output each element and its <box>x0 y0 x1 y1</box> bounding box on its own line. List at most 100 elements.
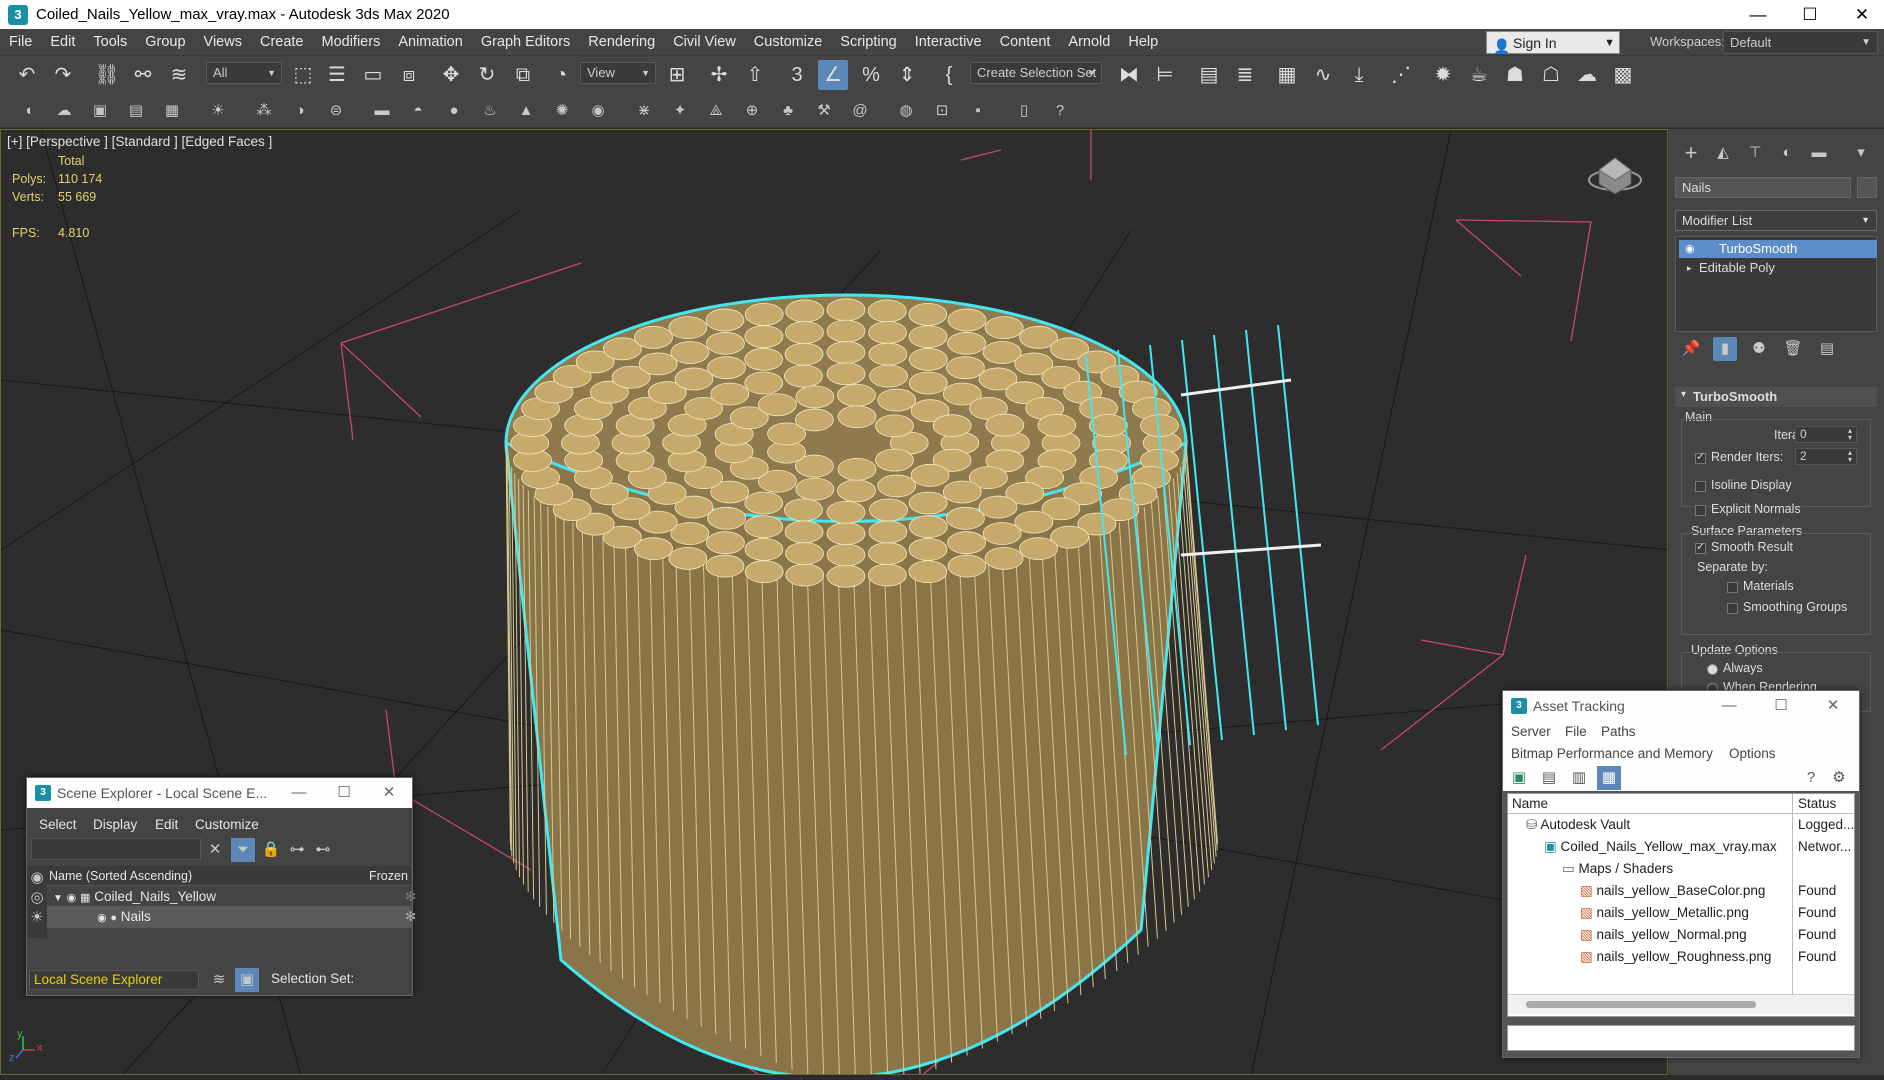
display-lights-icon[interactable]: ☀ <box>25 906 49 930</box>
menu-arnold[interactable]: Arnold <box>1059 29 1119 55</box>
move-icon[interactable]: ✥ <box>436 60 466 90</box>
spiral-icon[interactable]: @ <box>848 99 872 123</box>
configure-sets-icon[interactable]: ▤ <box>1815 337 1839 361</box>
menu-tools[interactable]: Tools <box>84 29 136 55</box>
ribbon-icon[interactable]: ▦ <box>1272 60 1302 90</box>
asset-row-maxfile[interactable]: ▣ Coiled_Nails_Yellow_max_vray.max <box>1544 836 1777 858</box>
asset-row-metallic[interactable]: ▧ nails_yellow_Metallic.png <box>1580 902 1749 924</box>
se-menu-select[interactable]: Select <box>39 814 77 836</box>
frozen-icon[interactable]: ✻ <box>405 886 416 908</box>
explorer-type-dropdown[interactable]: Local Scene Explorer <box>29 970 199 990</box>
column-frozen[interactable]: Frozen <box>369 865 408 887</box>
iterations-spinner[interactable]: 0 <box>1795 426 1857 443</box>
selection-set-icon[interactable]: ▣ <box>235 968 259 992</box>
rotate-icon[interactable]: ↻ <box>472 60 502 90</box>
se-menu-customize[interactable]: Customize <box>195 814 259 836</box>
scene-tree-row-nails[interactable]: ◉ ● Nails ✻ <box>47 906 416 928</box>
object-color-swatch[interactable] <box>1857 177 1877 198</box>
hierarchy-icon[interactable]: ⊶ <box>285 838 309 862</box>
camera-icon[interactable]: ⊜ <box>324 99 348 123</box>
table-icon[interactable]: ▥ <box>1567 766 1591 790</box>
dope-sheet-icon[interactable]: ⤓ <box>1344 60 1374 90</box>
align-icon[interactable]: ⊨ <box>1150 60 1180 90</box>
snaps-toggle-icon[interactable]: 3 <box>782 60 812 90</box>
cloth-icon[interactable]: ⟁ <box>704 99 728 123</box>
hierarchy-tab-icon[interactable]: ⊤ <box>1743 141 1767 165</box>
remove-modifier-icon[interactable]: 🗑 <box>1781 337 1805 361</box>
smoothing-groups-checkbox[interactable] <box>1727 603 1738 614</box>
grid-icon[interactable]: ▦ <box>160 99 184 123</box>
render-iters-checkbox[interactable] <box>1695 450 1706 464</box>
viewport-label[interactable]: [+] [Perspective ] [Standard ] [Edged Fa… <box>7 134 272 149</box>
column-name[interactable]: Name (Sorted Ascending) <box>49 865 192 887</box>
viewcube[interactable] <box>1588 157 1642 195</box>
materials-checkbox[interactable] <box>1727 582 1738 593</box>
utilities-tab-icon[interactable]: ▾ <box>1849 141 1873 165</box>
asset-row-basecolor[interactable]: ▧ nails_yellow_BaseColor.png <box>1580 880 1765 902</box>
show-end-result-icon[interactable]: ▮ <box>1713 337 1737 361</box>
teapot-icon[interactable]: ♨ <box>478 99 502 123</box>
grid-view-icon[interactable]: ▦ <box>1597 766 1621 790</box>
maximize-button[interactable]: ☐ <box>1784 0 1836 29</box>
minimize-button[interactable]: — <box>277 778 321 808</box>
placement-icon[interactable]: ◔ <box>546 60 576 90</box>
sun-icon[interactable]: ✺ <box>550 99 574 123</box>
layer-explorer-icon[interactable]: ≣ <box>1230 60 1260 90</box>
minimize-button[interactable]: — <box>1707 691 1751 721</box>
redo-icon[interactable]: ↷ <box>48 60 78 90</box>
column-name[interactable]: Name <box>1512 793 1548 815</box>
render-production-icon[interactable]: ☖ <box>1536 60 1566 90</box>
asset-row-vault[interactable]: ⛁ Autodesk Vault <box>1526 814 1630 836</box>
modifier-turbosmooth[interactable]: ◉ TurboSmooth <box>1679 240 1877 258</box>
menu-content[interactable]: Content <box>991 29 1060 55</box>
turbosmooth-rollout-header[interactable]: ▾ TurboSmooth <box>1675 387 1877 407</box>
hierarchy-down-icon[interactable]: ⊷ <box>311 838 335 862</box>
at-menu-file[interactable]: File <box>1565 721 1587 743</box>
menu-rendering[interactable]: Rendering <box>579 29 664 55</box>
close-button[interactable]: ✕ <box>1836 0 1884 29</box>
make-unique-icon[interactable]: ⚉ <box>1747 337 1771 361</box>
mirror-icon[interactable]: ⧓ <box>1114 60 1144 90</box>
asset-tracking-titlebar[interactable]: 3 Asset Tracking — ☐ ✕ <box>1503 691 1859 721</box>
create-tab-icon[interactable]: + <box>1679 141 1703 165</box>
settings-icon[interactable]: ⚙ <box>1827 766 1851 790</box>
lock-icon[interactable]: 🔒 <box>259 838 283 862</box>
modify-tab-icon[interactable]: ◭ <box>1711 141 1735 165</box>
column-status[interactable]: Status <box>1798 793 1836 815</box>
edit-named-selection-icon[interactable]: { <box>934 60 964 90</box>
horizontal-scrollbar[interactable] <box>1508 994 1854 1014</box>
curve-editor-icon[interactable]: ∿ <box>1308 60 1338 90</box>
clear-search-icon[interactable]: ✕ <box>203 838 227 862</box>
scrollbar-thumb[interactable] <box>1526 1001 1756 1008</box>
explicit-normals-checkbox[interactable] <box>1695 505 1706 516</box>
isoline-checkbox[interactable] <box>1695 481 1706 492</box>
render-region-icon[interactable]: ⊡ <box>930 99 954 123</box>
at-menu-server[interactable]: Server <box>1511 721 1551 743</box>
particle-icon[interactable]: ⁂ <box>252 99 276 123</box>
tools-icon[interactable]: ⚒ <box>812 99 836 123</box>
pivot-point-icon[interactable]: ⊞ <box>662 60 692 90</box>
scene-tree-row-root[interactable]: ▼ ◉ ▦ Coiled_Nails_Yellow ✻ <box>47 886 416 908</box>
dynamics-icon[interactable]: ✦ <box>668 99 692 123</box>
menu-help[interactable]: Help <box>1119 29 1167 55</box>
menu-views[interactable]: Views <box>195 29 251 55</box>
shaded-mode-icon[interactable]: ◐ <box>18 99 42 123</box>
render-setup-icon[interactable]: ☕ <box>1464 60 1494 90</box>
select-by-name-icon[interactable]: ☰ <box>322 60 352 90</box>
asset-row-roughness[interactable]: ▧ nails_yellow_Roughness.png <box>1580 946 1771 968</box>
workspace-select[interactable]: Default ▼ <box>1723 31 1878 54</box>
plant-icon[interactable]: ♣ <box>776 99 800 123</box>
asset-path-field[interactable] <box>1507 1025 1855 1051</box>
maximize-button[interactable]: ☐ <box>1759 691 1803 721</box>
select-object-icon[interactable]: ⬚ <box>288 60 318 90</box>
se-menu-edit[interactable]: Edit <box>155 814 178 836</box>
window-crossing-icon[interactable]: ⧈ <box>394 60 424 90</box>
asset-row-maps[interactable]: ▭ Maps / Shaders <box>1562 858 1673 880</box>
render-in-cloud-icon[interactable]: ☁ <box>1572 60 1602 90</box>
rectangular-selection-icon[interactable]: ▭ <box>358 60 388 90</box>
display-icon[interactable]: ▣ <box>88 99 112 123</box>
percent-snap-icon[interactable]: % <box>856 60 886 90</box>
link-icon[interactable]: ⛓ <box>92 60 122 90</box>
cone-icon[interactable]: ▲ <box>514 99 538 123</box>
menu-create[interactable]: Create <box>251 29 313 55</box>
